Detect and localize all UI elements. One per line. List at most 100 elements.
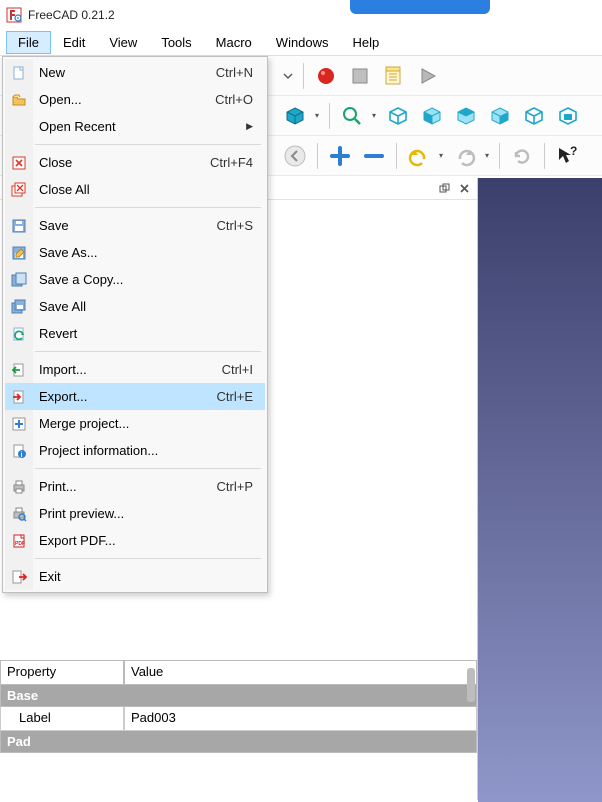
property-value-cell[interactable]: Pad003 — [124, 707, 477, 731]
view-modes-button[interactable] — [280, 101, 310, 131]
menu-item-label: Close — [39, 155, 210, 170]
menu-item-label: Project information... — [39, 443, 257, 458]
menu-edit[interactable]: Edit — [51, 31, 97, 54]
menu-item-exit[interactable]: Exit — [5, 563, 265, 590]
toolbar-separator — [303, 63, 304, 89]
menu-item-label: Merge project... — [39, 416, 257, 431]
front-view-button[interactable] — [417, 101, 447, 131]
blank-icon — [10, 118, 28, 136]
3d-viewport[interactable] — [478, 178, 602, 802]
property-header-row: Property Value — [0, 661, 477, 685]
menu-item-import[interactable]: Import...Ctrl+I — [5, 356, 265, 383]
menu-windows[interactable]: Windows — [264, 31, 341, 54]
menu-item-label: Export... — [39, 389, 217, 404]
chevron-down-icon[interactable]: ▾ — [436, 151, 446, 160]
workbench-dropdown[interactable] — [280, 61, 296, 91]
menu-item-revert[interactable]: Revert — [5, 320, 265, 347]
property-name-cell[interactable]: Label — [0, 707, 124, 731]
right-view-button[interactable] — [485, 101, 515, 131]
menu-item-save[interactable]: SaveCtrl+S — [5, 212, 265, 239]
macro-stop-button[interactable] — [345, 61, 375, 91]
back-view-button[interactable] — [519, 101, 549, 131]
zoom-in-button[interactable] — [325, 141, 355, 171]
menu-separator — [35, 351, 261, 352]
titlebar: FreeCAD 0.21.2 — [0, 0, 602, 30]
file-menu: NewCtrl+NOpen...Ctrl+OOpen Recent▶CloseC… — [2, 56, 268, 593]
property-row: Label Pad003 — [0, 707, 477, 731]
app-title: FreeCAD 0.21.2 — [28, 8, 115, 22]
macro-run-button[interactable] — [413, 61, 443, 91]
save-icon — [10, 217, 28, 235]
print-preview-icon — [10, 505, 28, 523]
menu-help[interactable]: Help — [341, 31, 392, 54]
chevron-down-icon[interactable]: ▾ — [312, 111, 322, 120]
top-view-button[interactable] — [451, 101, 481, 131]
menu-item-save-all[interactable]: Save All — [5, 293, 265, 320]
dock-close-icon[interactable] — [457, 182, 471, 196]
folder-open-icon — [10, 91, 28, 109]
app-icon — [6, 7, 22, 23]
merge-icon — [10, 415, 28, 433]
menu-item-shortcut: Ctrl+F4 — [210, 155, 257, 170]
dock-float-icon[interactable] — [437, 182, 451, 196]
zoom-out-button[interactable] — [359, 141, 389, 171]
property-grid: Property Value Base Label Pad003 Pad — [0, 660, 477, 753]
property-header-property[interactable]: Property — [0, 661, 124, 685]
menu-item-close-all[interactable]: Close All — [5, 176, 265, 203]
menu-item-label: Save All — [39, 299, 257, 314]
bottom-view-button[interactable] — [553, 101, 583, 131]
macro-edit-button[interactable] — [379, 61, 409, 91]
property-header-value[interactable]: Value — [124, 661, 477, 685]
zoom-button[interactable] — [337, 101, 367, 131]
menu-item-open-recent[interactable]: Open Recent▶ — [5, 113, 265, 140]
menu-item-label: Revert — [39, 326, 257, 341]
menubar: File Edit View Tools Macro Windows Help — [0, 30, 602, 56]
menu-item-shortcut: Ctrl+N — [216, 65, 257, 80]
menu-item-export-pdf[interactable]: PDFExport PDF... — [5, 527, 265, 554]
toolbar-separator — [544, 143, 545, 169]
scrollbar-thumb[interactable] — [467, 668, 475, 702]
menu-item-label: Save a Copy... — [39, 272, 257, 287]
menu-item-label: Open... — [39, 92, 215, 107]
menu-item-open[interactable]: Open...Ctrl+O — [5, 86, 265, 113]
menu-item-merge-project[interactable]: Merge project... — [5, 410, 265, 437]
menu-item-save-as[interactable]: Save As... — [5, 239, 265, 266]
revert-icon — [10, 325, 28, 343]
close-all-icon — [10, 181, 28, 199]
property-group-base[interactable]: Base — [0, 685, 477, 707]
property-group-pad[interactable]: Pad — [0, 731, 477, 753]
refresh-button[interactable] — [507, 141, 537, 171]
toolbar-separator — [317, 143, 318, 169]
undo-button[interactable] — [404, 141, 434, 171]
menu-macro[interactable]: Macro — [204, 31, 264, 54]
menu-item-shortcut: Ctrl+O — [215, 92, 257, 107]
menu-separator — [35, 144, 261, 145]
toolbar-separator — [396, 143, 397, 169]
chevron-down-icon[interactable]: ▾ — [369, 111, 379, 120]
macro-record-button[interactable] — [311, 61, 341, 91]
pdf-icon: PDF — [10, 532, 28, 550]
chevron-down-icon[interactable]: ▾ — [482, 151, 492, 160]
menu-file[interactable]: File — [6, 31, 51, 54]
menu-item-shortcut: Ctrl+I — [222, 362, 257, 377]
svg-text:i: i — [21, 452, 23, 459]
redo-button[interactable] — [450, 141, 480, 171]
menu-item-label: Import... — [39, 362, 222, 377]
menu-item-save-a-copy[interactable]: Save a Copy... — [5, 266, 265, 293]
menu-tools[interactable]: Tools — [149, 31, 203, 54]
iso-view-button[interactable] — [383, 101, 413, 131]
menu-item-new[interactable]: NewCtrl+N — [5, 59, 265, 86]
menu-item-shortcut: Ctrl+E — [217, 389, 257, 404]
close-red-icon — [10, 154, 28, 172]
nav-back-button[interactable] — [280, 141, 310, 171]
menu-item-export[interactable]: Export...Ctrl+E — [5, 383, 265, 410]
whats-this-button[interactable]: ? — [552, 141, 582, 171]
svg-text:PDF: PDF — [15, 541, 25, 547]
submenu-arrow-icon: ▶ — [246, 121, 257, 132]
menu-item-print-preview[interactable]: Print preview... — [5, 500, 265, 527]
save-all-icon — [10, 298, 28, 316]
menu-view[interactable]: View — [97, 31, 149, 54]
menu-item-close[interactable]: CloseCtrl+F4 — [5, 149, 265, 176]
menu-item-project-information[interactable]: i Project information... — [5, 437, 265, 464]
menu-item-print[interactable]: Print...Ctrl+P — [5, 473, 265, 500]
